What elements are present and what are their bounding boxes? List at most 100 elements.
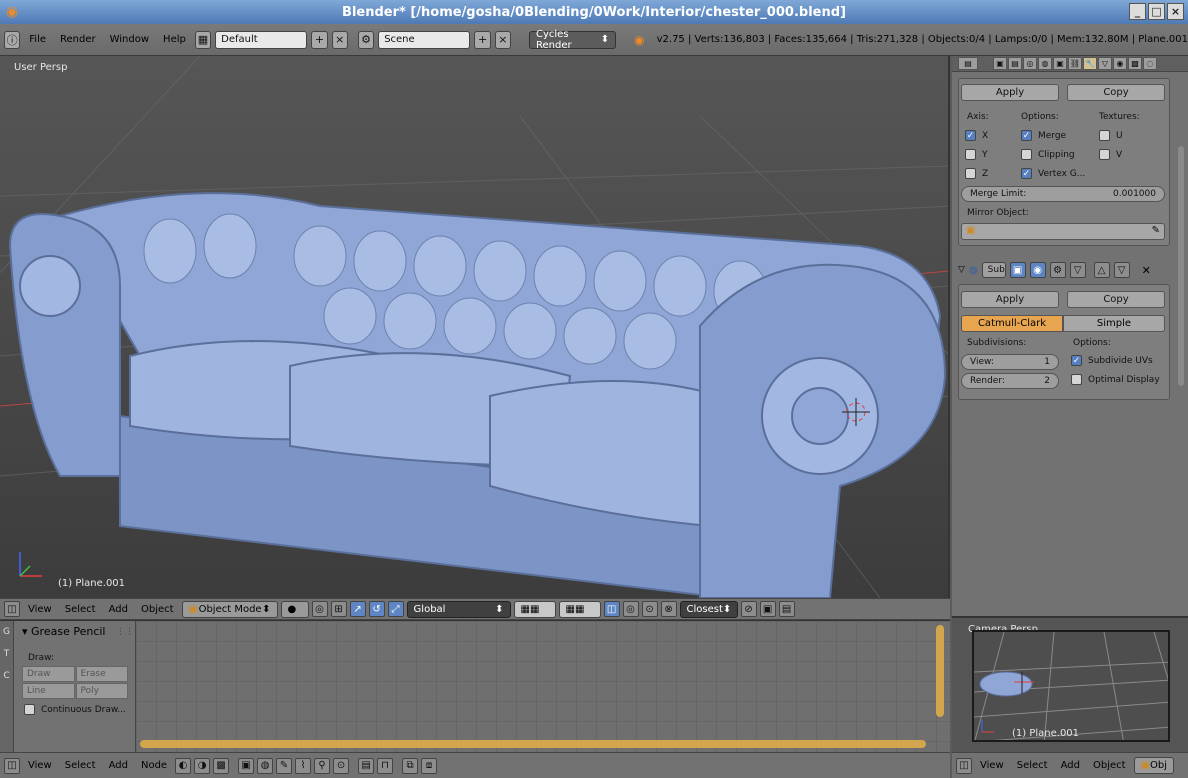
vp-menu-view[interactable]: View bbox=[23, 604, 57, 615]
texture-v-checkbox[interactable] bbox=[1099, 149, 1110, 160]
manipulator-icon[interactable]: ⊞ bbox=[330, 601, 347, 617]
3d-viewport[interactable]: User Persp (1) Plane.001 bbox=[0, 56, 950, 598]
cam-menu-select[interactable]: Select bbox=[1012, 760, 1053, 771]
continuous-draw-checkbox[interactable] bbox=[24, 704, 35, 715]
minimize-button[interactable]: _ bbox=[1129, 3, 1146, 20]
texture-tab-icon[interactable]: ▩ bbox=[1128, 57, 1142, 70]
vp-menu-object[interactable]: Object bbox=[136, 604, 179, 615]
properties-editor-icon[interactable]: ▤ bbox=[958, 57, 978, 70]
axis-x-row[interactable]: ✓ X bbox=[965, 130, 988, 141]
subsurf-copy-button[interactable]: Copy bbox=[1067, 291, 1165, 308]
camera-editor-type-icon[interactable]: ◫ bbox=[956, 757, 972, 774]
tab-grease[interactable]: G bbox=[0, 621, 13, 643]
view-levels-field[interactable]: View: 1 bbox=[961, 354, 1059, 370]
use-nodes-icon[interactable]: ⚲ bbox=[314, 757, 331, 774]
snap-target-dropdown[interactable]: Closest ⬍ bbox=[679, 600, 738, 618]
screen-layout-icon[interactable]: ▦ bbox=[194, 30, 212, 49]
remove-scene-icon[interactable]: × bbox=[494, 30, 511, 49]
orientation-dropdown[interactable]: Global ⬍ bbox=[406, 600, 511, 618]
node-editor-type-icon[interactable]: ◫ bbox=[4, 757, 20, 774]
material-tab-icon[interactable]: ◉ bbox=[1113, 57, 1127, 70]
layers-tab-icon[interactable]: ▤ bbox=[1008, 57, 1022, 70]
optimal-display-row[interactable]: Optimal Display bbox=[1071, 374, 1160, 385]
remove-modifier-icon[interactable]: ✕ bbox=[1142, 264, 1151, 277]
brush-icon[interactable]: ⌇ bbox=[295, 757, 312, 774]
menu-window[interactable]: Window bbox=[105, 34, 154, 45]
node-menu-add[interactable]: Add bbox=[104, 760, 133, 771]
magnet-icon[interactable]: ⊓ bbox=[377, 757, 394, 774]
editor-type-icon[interactable]: ◫ bbox=[4, 601, 20, 617]
physics-tab-icon[interactable]: ◌ bbox=[1143, 57, 1157, 70]
subdivide-uvs-row[interactable]: ✓ Subdivide UVs bbox=[1071, 355, 1153, 366]
layers-block-2[interactable]: ▦▦ bbox=[558, 600, 601, 618]
scene-tab-icon[interactable]: ◎ bbox=[1023, 57, 1037, 70]
cage-toggle-icon[interactable]: ▽ bbox=[1069, 262, 1086, 278]
mirror-object-field[interactable]: ▣ ✎ bbox=[961, 223, 1165, 240]
add-layout-icon[interactable]: + bbox=[311, 30, 328, 49]
render-tab-icon[interactable]: ▣ bbox=[993, 57, 1007, 70]
tab-create[interactable]: C bbox=[0, 665, 13, 687]
world-shader-icon[interactable]: ◍ bbox=[257, 757, 274, 774]
move-down-icon[interactable]: ▽ bbox=[1113, 262, 1130, 278]
camera-mode-dropdown[interactable]: ▣ Obj bbox=[1133, 757, 1174, 774]
poly-button[interactable]: Poly bbox=[75, 683, 128, 699]
axis-y-row[interactable]: Y bbox=[965, 149, 988, 160]
pivot-icon[interactable]: ◎ bbox=[311, 601, 328, 617]
paste-nodes-icon[interactable]: ⧈ bbox=[421, 757, 438, 774]
copy-nodes-icon[interactable]: ⧉ bbox=[402, 757, 419, 774]
merge-checkbox[interactable]: ✓ bbox=[1021, 130, 1032, 141]
maximize-button[interactable]: □ bbox=[1148, 3, 1165, 20]
constraints-tab-icon[interactable]: ⛓ bbox=[1068, 57, 1082, 70]
mirror-apply-button[interactable]: Apply bbox=[961, 84, 1059, 101]
world-tab-icon[interactable]: ◍ bbox=[1038, 57, 1052, 70]
backdrop-icon[interactable]: ▤ bbox=[358, 757, 375, 774]
vp-menu-add[interactable]: Add bbox=[104, 604, 133, 615]
subsurf-apply-button[interactable]: Apply bbox=[961, 291, 1059, 308]
add-scene-icon[interactable]: + bbox=[474, 30, 491, 49]
node-menu-node[interactable]: Node bbox=[136, 760, 172, 771]
axis-y-checkbox[interactable] bbox=[965, 149, 976, 160]
vertex-groups-row[interactable]: ✓ Vertex G... bbox=[1021, 168, 1085, 179]
continuous-draw-row[interactable]: Continuous Draw... bbox=[24, 704, 126, 715]
lock-layers-icon[interactable]: ◫ bbox=[603, 601, 620, 617]
line-button[interactable]: Line bbox=[22, 683, 75, 699]
clipping-row[interactable]: Clipping bbox=[1021, 149, 1075, 160]
menu-render[interactable]: Render bbox=[55, 34, 101, 45]
axis-z-row[interactable]: Z bbox=[965, 168, 988, 179]
camera-viewport[interactable]: Camera Persp (1) Plane.001 bbox=[952, 616, 1188, 752]
scene-field[interactable]: Scene bbox=[378, 30, 471, 49]
cam-menu-object[interactable]: Object bbox=[1088, 760, 1131, 771]
snap-toggle-icon[interactable]: ⊙ bbox=[641, 601, 658, 617]
optimal-display-checkbox[interactable] bbox=[1071, 374, 1082, 385]
texture-v-row[interactable]: V bbox=[1099, 149, 1122, 160]
texture-u-row[interactable]: U bbox=[1099, 130, 1123, 141]
merge-limit-field[interactable]: Merge Limit: 0.001000 bbox=[961, 186, 1165, 202]
rotate-icon[interactable]: ↺ bbox=[368, 601, 385, 617]
layout-field[interactable]: Default bbox=[215, 30, 308, 49]
cam-menu-view[interactable]: View bbox=[975, 760, 1009, 771]
remove-layout-icon[interactable]: × bbox=[331, 30, 348, 49]
shader-tree-icon[interactable]: ◐ bbox=[175, 757, 192, 774]
node-snap-icon[interactable]: ⊙ bbox=[333, 757, 350, 774]
menu-help[interactable]: Help bbox=[158, 34, 191, 45]
axis-z-checkbox[interactable] bbox=[965, 168, 976, 179]
cam-menu-add[interactable]: Add bbox=[1056, 760, 1085, 771]
simple-tab[interactable]: Simple bbox=[1063, 315, 1165, 332]
node-menu-select[interactable]: Select bbox=[60, 760, 101, 771]
merge-row[interactable]: ✓ Merge bbox=[1021, 130, 1066, 141]
render-engine-dropdown[interactable]: Cycles Render ⬍ bbox=[528, 29, 617, 51]
eyedropper-icon[interactable]: ✎ bbox=[1152, 225, 1160, 236]
collapse-arrow-icon[interactable]: ▽ bbox=[958, 265, 965, 275]
render-levels-field[interactable]: Render: 2 bbox=[961, 373, 1059, 389]
menu-file[interactable]: File bbox=[24, 34, 51, 45]
catmull-clark-tab[interactable]: Catmull-Clark bbox=[961, 315, 1063, 332]
panel-drag-icon[interactable]: ⋮⋮ bbox=[116, 627, 134, 637]
node-menu-view[interactable]: View bbox=[23, 760, 57, 771]
render-animation-icon[interactable]: ▤ bbox=[778, 601, 795, 617]
viewport-toggle-icon[interactable]: ◉ bbox=[1029, 262, 1046, 278]
mirror-copy-button[interactable]: Copy bbox=[1067, 84, 1165, 101]
line-style-icon[interactable]: ✎ bbox=[276, 757, 293, 774]
shading-dropdown[interactable]: ● bbox=[280, 600, 309, 618]
info-editor-icon[interactable]: ⓘ bbox=[4, 30, 21, 49]
editmode-toggle-icon[interactable]: ⚙ bbox=[1049, 262, 1066, 278]
